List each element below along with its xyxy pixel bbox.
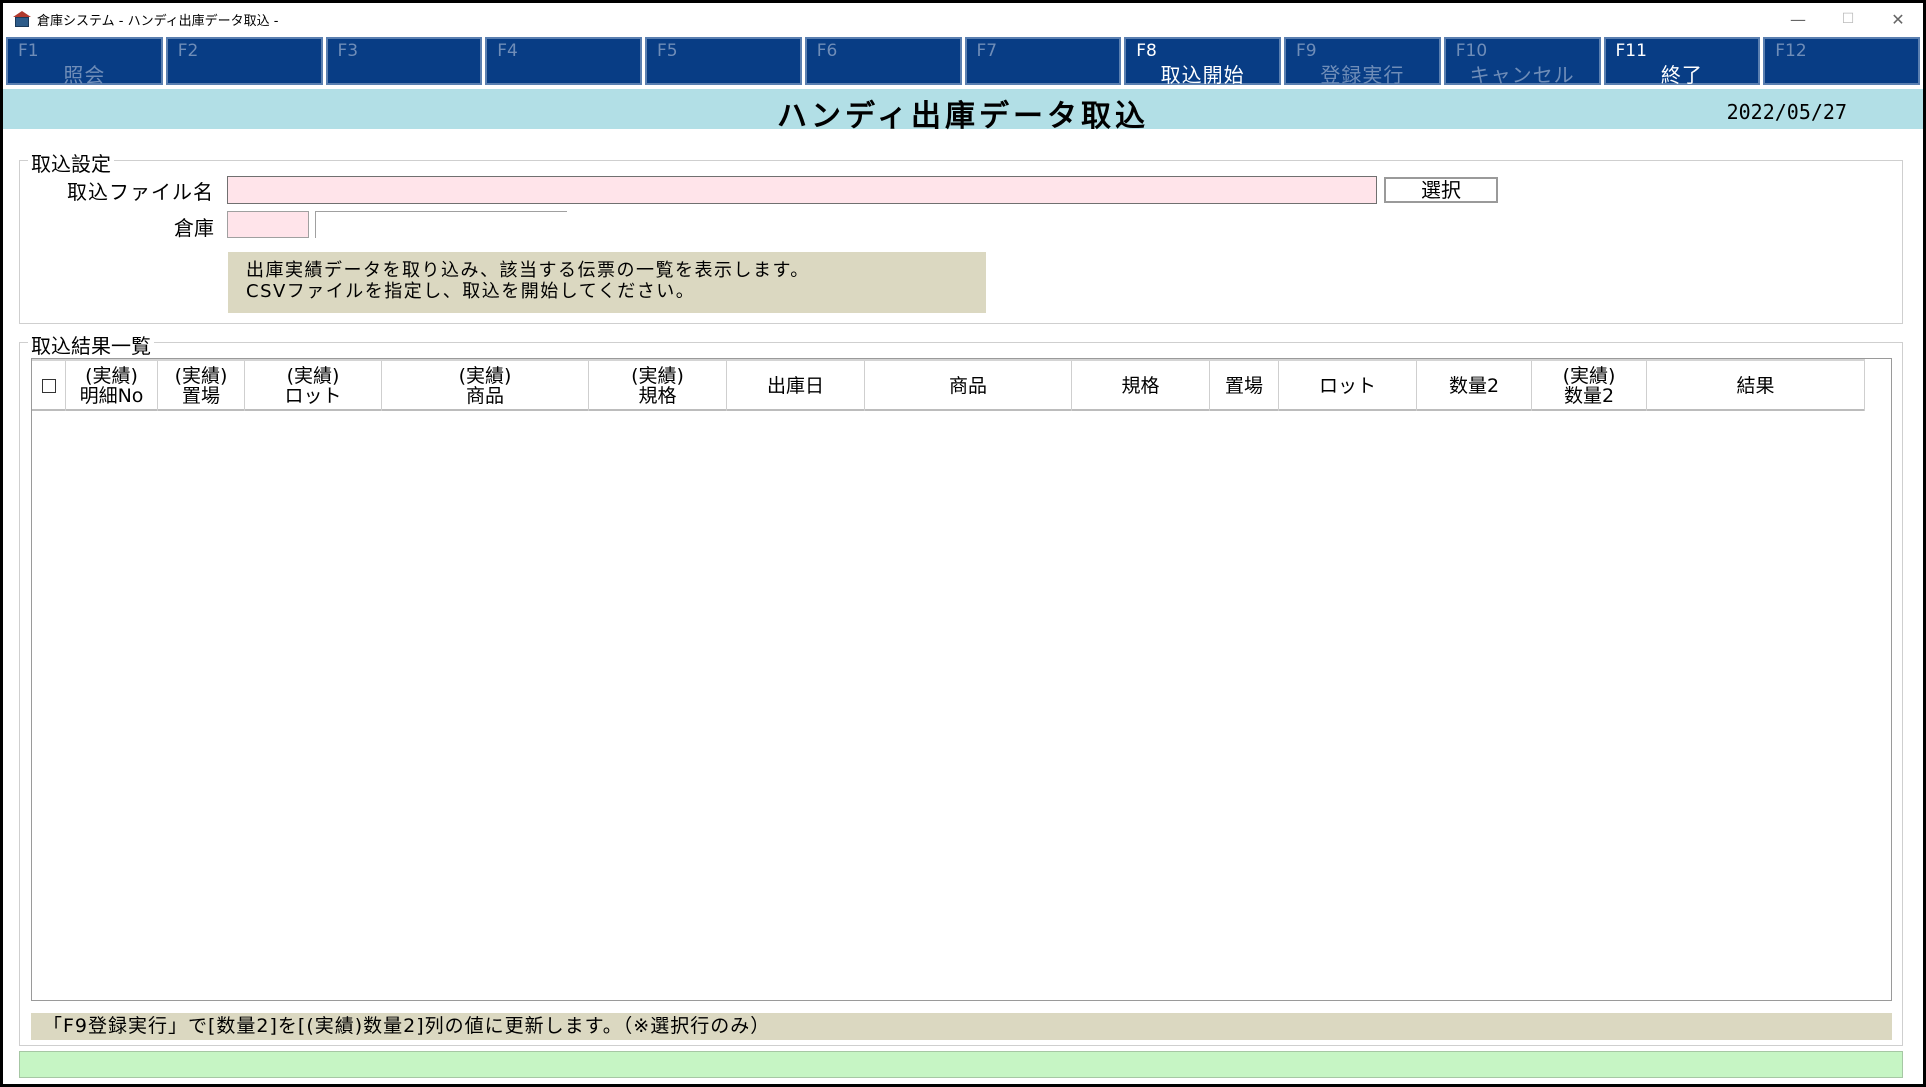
window-controls: — ☐ ✕ <box>1773 3 1923 35</box>
file-name-input[interactable] <box>227 176 1377 204</box>
close-icon[interactable]: ✕ <box>1873 3 1923 35</box>
minimize-icon[interactable]: — <box>1773 3 1823 35</box>
fkey-number: F12 <box>1775 41 1807 61</box>
instruction-box: 出庫実績データを取り込み、該当する伝票の一覧を表示します。 CSVファイルを指定… <box>228 252 986 313</box>
column-header-result[interactable]: 結果 <box>1647 361 1865 411</box>
column-header-quantity2[interactable]: 数量2 <box>1417 361 1532 411</box>
column-header-line1: 規格 <box>1121 375 1160 397</box>
warehouse-name-display <box>315 211 567 238</box>
warehouse-label: 倉庫 <box>174 216 214 240</box>
fkey-number: F11 <box>1615 41 1647 61</box>
fkey-number: F10 <box>1455 41 1488 61</box>
fkey-f7-button[interactable]: F7 <box>964 37 1122 85</box>
column-header-line1: ロット <box>1318 375 1376 397</box>
column-header-ship-date[interactable]: 出庫日 <box>727 361 865 411</box>
fkey-f9-register-button[interactable]: F9 登録実行 <box>1284 37 1441 87</box>
column-header-line1: (実績) <box>85 365 138 387</box>
column-header-line2: 数量2 <box>1563 385 1615 407</box>
fkey-number: F2 <box>177 41 199 61</box>
status-bar <box>19 1051 1903 1078</box>
warehouse-code-input[interactable] <box>227 211 309 238</box>
column-header-line1: (実績) <box>458 365 512 387</box>
grid-header-row: (実績) 明細No (実績) 置場 (実績) ロット (実績) 商品 (実績) 規格 出庫… <box>32 359 1865 411</box>
column-header-actual-product[interactable]: (実績) 商品 <box>382 361 589 411</box>
fkey-number: F5 <box>657 41 678 61</box>
column-header-line2: 置場 <box>181 385 220 407</box>
select-all-checkbox[interactable] <box>41 379 56 393</box>
fkey-f12-button[interactable]: F12 <box>1763 37 1920 85</box>
column-header-line2: ロット <box>284 385 342 407</box>
column-header-product[interactable]: 商品 <box>865 361 1072 411</box>
column-header-line2: 明細No <box>79 385 144 407</box>
fkey-number: F9 <box>1296 41 1317 61</box>
fkey-f11-exit-button[interactable]: F11 終了 <box>1603 37 1761 87</box>
import-results-legend: 取込結果一覧 <box>28 330 154 359</box>
column-header-line1: (実績) <box>286 365 340 387</box>
import-settings-legend: 取込設定 <box>28 148 114 177</box>
column-header-actual-quantity2[interactable]: (実績) 数量2 <box>1532 361 1647 411</box>
column-header-line1: 出庫日 <box>766 375 824 397</box>
column-header-line1: (実績) <box>1562 365 1616 387</box>
fkey-f6-button[interactable]: F6 <box>804 37 962 85</box>
column-header-line1: (実績) <box>631 365 684 387</box>
function-key-bar: F1 照会 F2 F3 F4 F5 F6 F7 F8 取込開始 F9 登録実行 F10… <box>3 37 1923 87</box>
page-date: 2022/05/27 <box>1726 100 1847 124</box>
column-header-line1: (実績) <box>174 365 228 387</box>
fkey-f1-button[interactable]: F1 照会 <box>6 37 163 87</box>
results-grid[interactable]: (実績) 明細No (実績) 置場 (実績) ロット (実績) 商品 (実績) 規格 出庫… <box>31 358 1892 1001</box>
column-header-spec[interactable]: 規格 <box>1072 361 1210 411</box>
fkey-f10-cancel-button[interactable]: F10 キャンセル <box>1443 37 1601 87</box>
column-header-actual-spec[interactable]: (実績) 規格 <box>589 361 727 411</box>
fkey-number: F4 <box>497 41 518 61</box>
fkey-f8-import-start-button[interactable]: F8 取込開始 <box>1124 37 1281 87</box>
fkey-number: F7 <box>976 41 998 61</box>
column-header-actual-location[interactable]: (実績) 置場 <box>158 361 245 411</box>
fkey-f4-button[interactable]: F4 <box>485 37 642 85</box>
fkey-label: 照会 <box>63 63 106 87</box>
fkey-f5-button[interactable]: F5 <box>645 37 802 85</box>
select-file-button[interactable]: 選択 <box>1384 177 1498 203</box>
column-header-line1: 結果 <box>1736 375 1775 397</box>
column-header-actual-detail-no[interactable]: (実績) 明細No <box>66 361 158 411</box>
column-header-lot[interactable]: ロット <box>1279 361 1417 411</box>
fkey-label: 取込開始 <box>1160 63 1245 87</box>
fkey-number: F6 <box>816 41 838 61</box>
maximize-icon[interactable]: ☐ <box>1823 3 1873 35</box>
column-header-line1: 数量2 <box>1448 375 1500 397</box>
column-header-line1: 商品 <box>948 375 987 397</box>
select-all-column-header[interactable] <box>32 361 66 411</box>
page-header: ハンディ出庫データ取込 2022/05/27 <box>3 89 1923 134</box>
fkey-label: 終了 <box>1660 63 1703 87</box>
column-header-location[interactable]: 置場 <box>1210 361 1279 411</box>
column-header-line2: 規格 <box>638 385 677 407</box>
column-header-line2: 商品 <box>465 385 504 407</box>
fkey-f3-button[interactable]: F3 <box>325 37 483 85</box>
page-title: ハンディ出庫データ取込 <box>777 99 1149 134</box>
column-header-actual-lot[interactable]: (実績) ロット <box>245 361 382 411</box>
instruction-line: CSVファイルを指定し、取込を開始してください。 <box>246 281 696 302</box>
column-header-line1: 置場 <box>1224 375 1263 397</box>
fkey-number: F3 <box>337 41 359 61</box>
title-bar: 倉庫システム - ハンディ出庫データ取込 - — ☐ ✕ <box>3 3 1923 35</box>
window-title: 倉庫システム - ハンディ出庫データ取込 - <box>37 13 279 29</box>
file-name-label: 取込ファイル名 <box>67 180 214 204</box>
fkey-number: F1 <box>18 41 39 61</box>
instruction-line: 出庫実績データを取り込み、該当する伝票の一覧を表示します。 <box>246 260 810 281</box>
warehouse-app-icon <box>13 11 31 27</box>
fkey-label: キャンセル <box>1469 63 1575 87</box>
fkey-number: F8 <box>1136 41 1157 61</box>
fkey-f2-button[interactable]: F2 <box>165 37 323 85</box>
note-bar: 「F9登録実行」で[数量2]を[(実績)数量2]列の値に更新します。（※選択行の… <box>31 1013 1892 1040</box>
fkey-label: 登録実行 <box>1320 63 1405 87</box>
